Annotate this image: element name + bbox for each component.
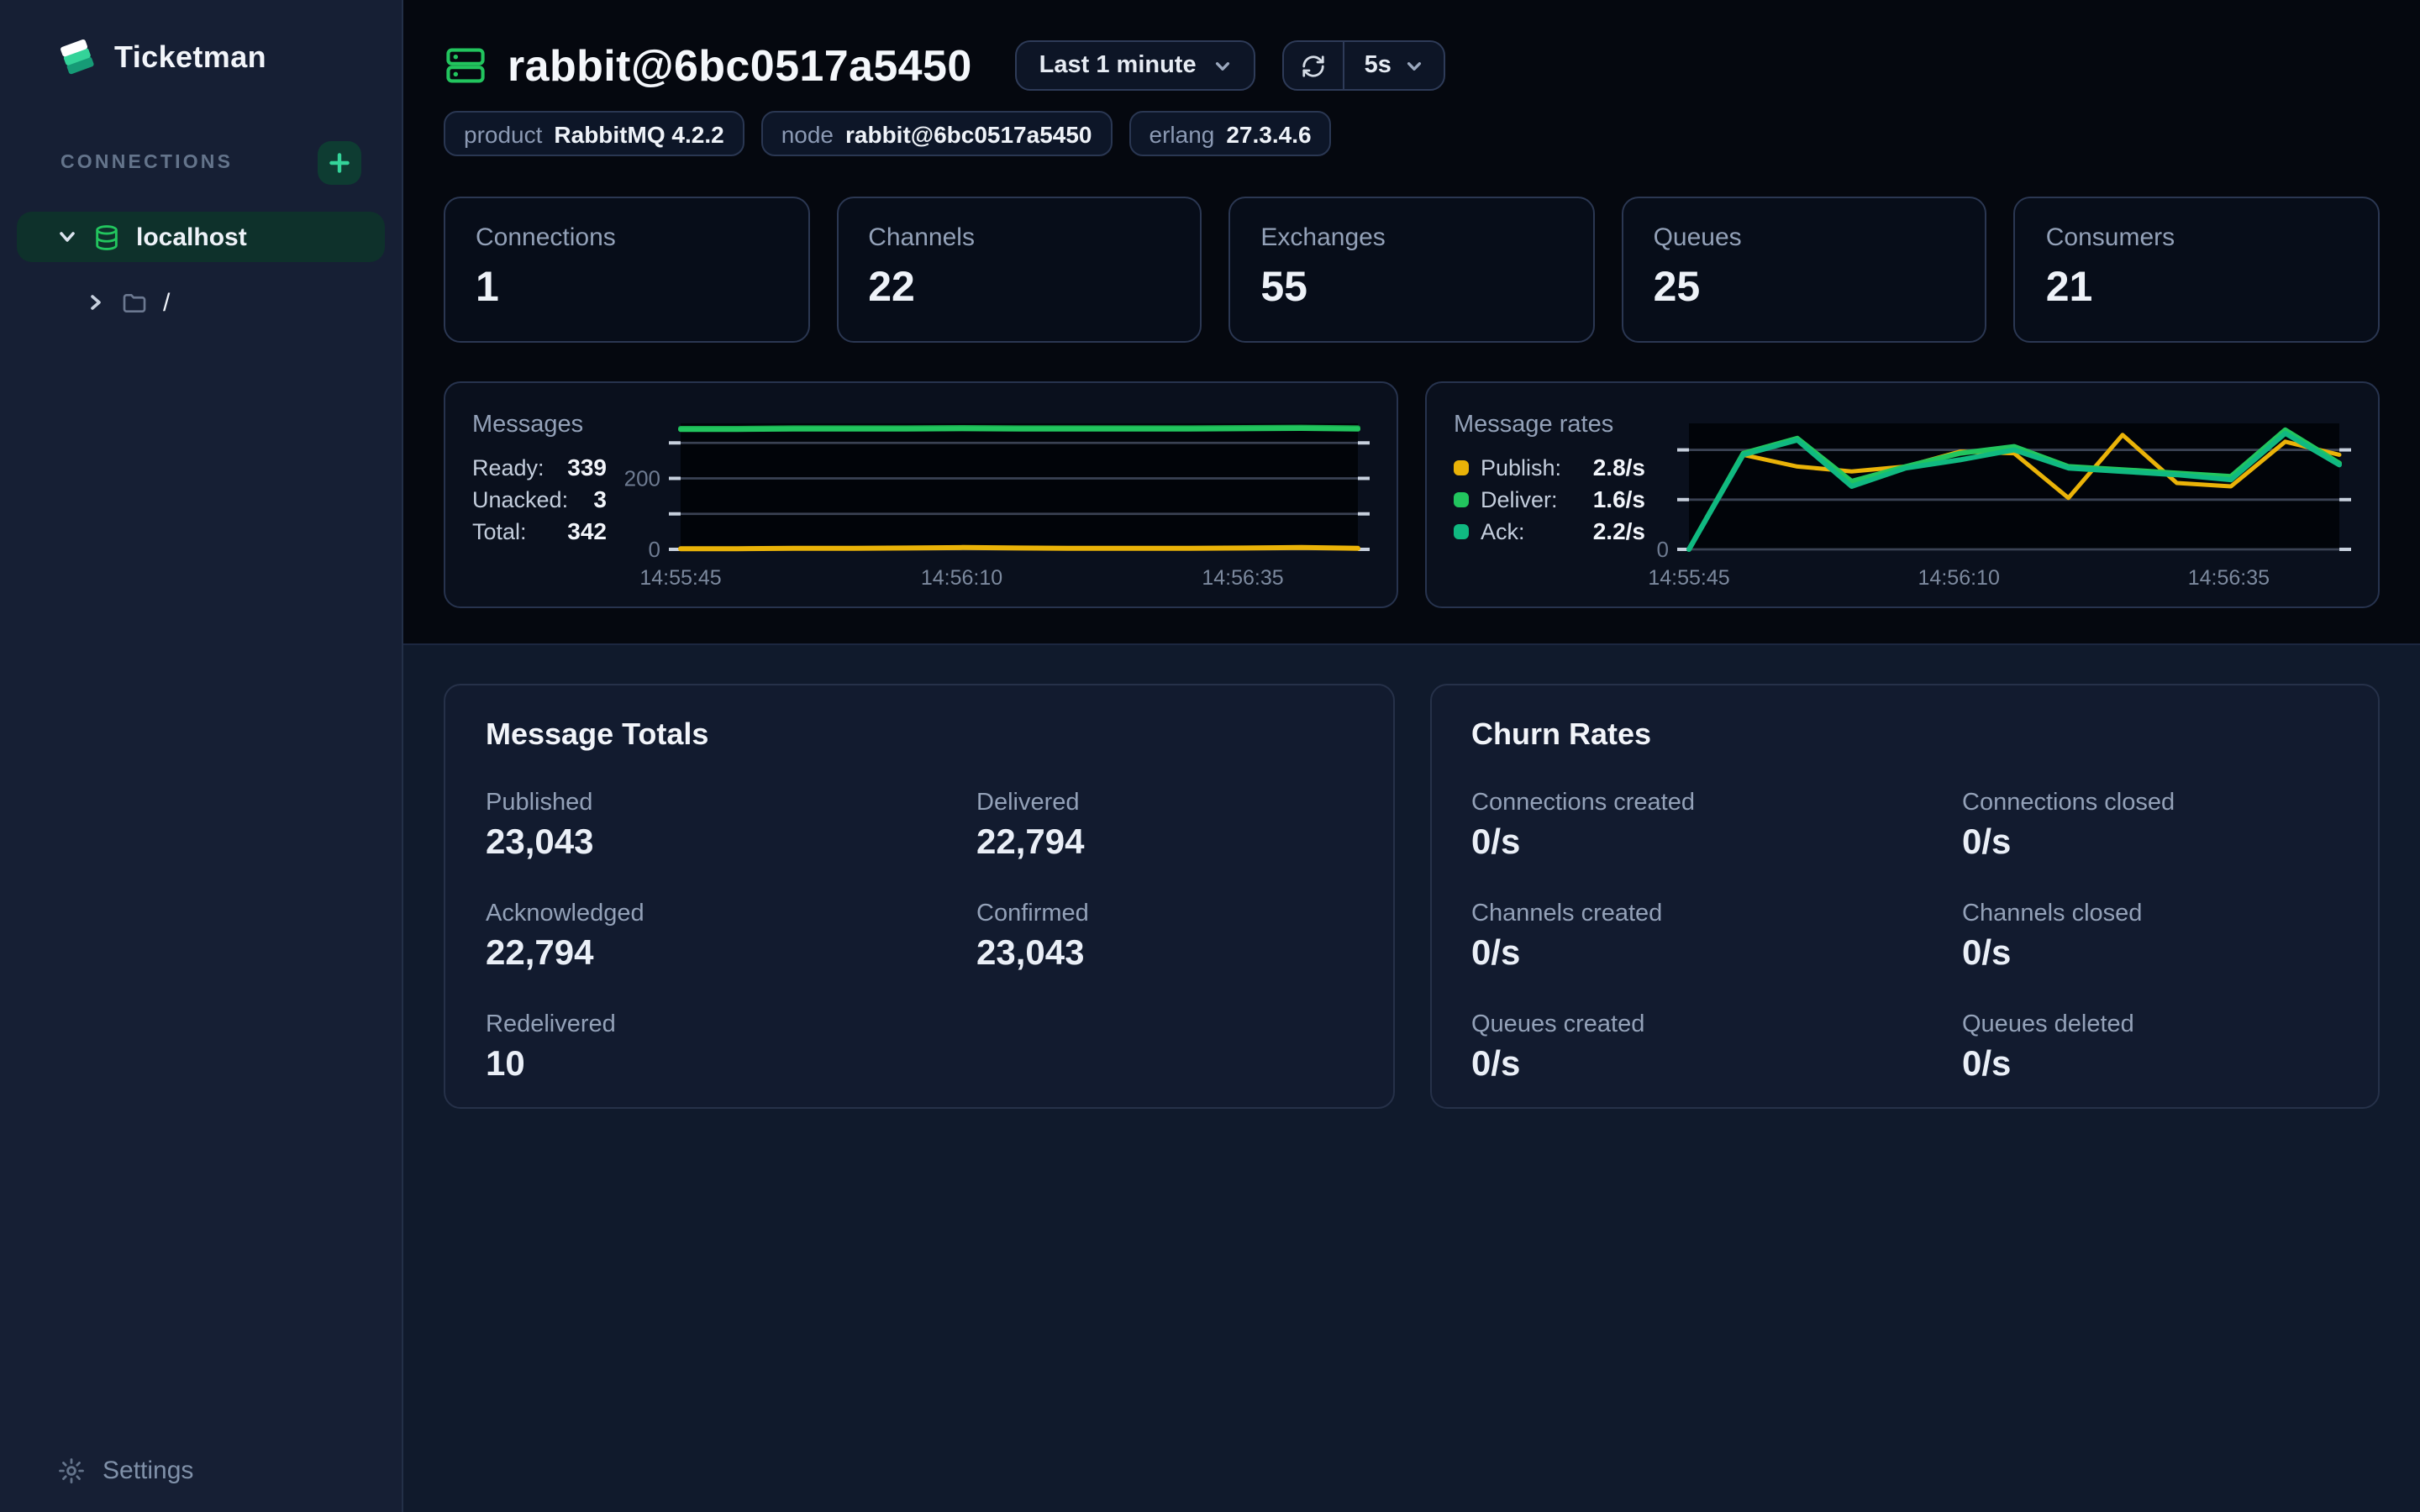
time-range-value: Last 1 minute bbox=[1039, 52, 1197, 79]
legend-total: Total: 342 bbox=[472, 517, 607, 544]
connections-section: CONNECTIONS bbox=[17, 141, 385, 185]
messages-chart: 200 0 14:55:45 14:56:10 14:56:35 bbox=[607, 412, 1370, 593]
connections-section-label: CONNECTIONS bbox=[60, 153, 233, 173]
gear-icon bbox=[57, 1457, 86, 1485]
svg-text:14:56:35: 14:56:35 bbox=[2188, 566, 2270, 590]
metric-published: Published 23,043 bbox=[486, 790, 976, 864]
svg-text:14:56:10: 14:56:10 bbox=[921, 566, 1002, 590]
node-badge: node rabbit@6bc0517a5450 bbox=[761, 111, 1113, 156]
refresh-icon bbox=[1301, 53, 1326, 78]
sidebar-item-localhost[interactable]: localhost bbox=[17, 212, 385, 262]
legend-deliver: Deliver: 1.6/s bbox=[1454, 486, 1645, 512]
message-rates-chart: 0 14:55:45 14:56:10 14:56:35 bbox=[1645, 412, 2351, 593]
metric-acknowledged: Acknowledged 22,794 bbox=[486, 900, 976, 974]
messages-line-chart: 200 0 14:55:45 14:56:10 14:56:35 bbox=[607, 412, 1370, 593]
svg-text:14:55:45: 14:55:45 bbox=[639, 566, 721, 590]
svg-text:14:56:10: 14:56:10 bbox=[1918, 566, 2000, 590]
churn-rates-panel: Churn Rates Connections created 0/s Conn… bbox=[1429, 684, 2380, 1109]
metric-channels-closed: Channels closed 0/s bbox=[1962, 900, 2338, 974]
legend-publish: Publish: 2.8/s bbox=[1454, 454, 1645, 480]
connection-label: localhost bbox=[136, 223, 247, 251]
message-rates-chart-legend: Message rates Publish: 2.8/s Deliver: 1.… bbox=[1454, 412, 1645, 593]
page-title: rabbit@6bc0517a5450 bbox=[508, 39, 972, 92]
charts-row: Messages Ready: 339 Unacked: 3 T bbox=[444, 381, 2380, 608]
app-name: Ticketman bbox=[114, 39, 266, 75]
settings-button[interactable]: Settings bbox=[17, 1457, 385, 1485]
chart-title: Message rates bbox=[1454, 412, 1645, 438]
chevron-down-icon bbox=[1405, 56, 1423, 75]
svg-text:14:55:45: 14:55:45 bbox=[1648, 566, 1729, 590]
add-connection-button[interactable] bbox=[318, 141, 361, 185]
node-header: rabbit@6bc0517a5450 Last 1 minute bbox=[444, 40, 2380, 91]
metric-redelivered: Redelivered 10 bbox=[486, 1011, 976, 1085]
refresh-interval-selector[interactable]: 5s bbox=[1344, 42, 1444, 89]
svg-text:200: 200 bbox=[624, 465, 660, 491]
vhost-label: / bbox=[163, 288, 170, 317]
svg-text:0: 0 bbox=[1657, 537, 1669, 562]
svg-text:14:56:35: 14:56:35 bbox=[1202, 566, 1283, 590]
metric-delivered: Delivered 22,794 bbox=[976, 790, 1352, 864]
stat-card-connections: Connections 1 bbox=[444, 197, 809, 343]
layers-logo-icon bbox=[57, 37, 97, 77]
chart-title: Messages bbox=[472, 412, 607, 438]
chevron-right-icon bbox=[86, 292, 106, 312]
node-badges: product RabbitMQ 4.2.2 node rabbit@6bc05… bbox=[444, 111, 2380, 156]
chevron-down-icon bbox=[57, 227, 77, 247]
metric-connections-closed: Connections closed 0/s bbox=[1962, 790, 2338, 864]
metric-confirmed: Confirmed 23,043 bbox=[976, 900, 1352, 974]
product-badge: product RabbitMQ 4.2.2 bbox=[444, 111, 744, 156]
connections-tree: localhost / bbox=[17, 212, 385, 328]
erlang-badge: erlang 27.3.4.6 bbox=[1129, 111, 1332, 156]
message-totals-panel: Message Totals Published 23,043 Delivere… bbox=[444, 684, 1394, 1109]
totals-section: Message Totals Published 23,043 Delivere… bbox=[403, 645, 2420, 1512]
svg-text:0: 0 bbox=[649, 537, 660, 562]
database-icon bbox=[92, 223, 121, 251]
chevron-down-icon bbox=[1213, 56, 1232, 75]
message-rates-chart-panel: Message rates Publish: 2.8/s Deliver: 1.… bbox=[1425, 381, 2380, 608]
app-window: Ticketman CONNECTIONS l bbox=[0, 0, 2420, 1512]
server-icon bbox=[444, 44, 487, 87]
metric-queues-created: Queues created 0/s bbox=[1471, 1011, 1962, 1085]
legend-ack: Ack: 2.2/s bbox=[1454, 517, 1645, 544]
metric-connections-created: Connections created 0/s bbox=[1471, 790, 1962, 864]
stat-card-consumers: Consumers 21 bbox=[2014, 197, 2380, 343]
refresh-interval-value: 5s bbox=[1365, 52, 1392, 79]
plus-icon bbox=[328, 151, 351, 175]
legend-unacked: Unacked: 3 bbox=[472, 486, 607, 512]
panel-title: Churn Rates bbox=[1471, 717, 2338, 753]
panel-title: Message Totals bbox=[486, 717, 1352, 753]
settings-label: Settings bbox=[103, 1457, 193, 1485]
stat-card-queues: Queues 25 bbox=[1622, 197, 1987, 343]
time-range-selector[interactable]: Last 1 minute bbox=[1016, 40, 1255, 91]
sidebar: Ticketman CONNECTIONS l bbox=[0, 0, 403, 1512]
message-rates-line-chart: 0 14:55:45 14:56:10 14:56:35 bbox=[1645, 412, 2351, 593]
deliver-color-chip bbox=[1454, 491, 1469, 507]
messages-chart-panel: Messages Ready: 339 Unacked: 3 T bbox=[444, 381, 1398, 608]
app-logo: Ticketman bbox=[17, 30, 385, 84]
ack-color-chip bbox=[1454, 523, 1469, 538]
overview-section: rabbit@6bc0517a5450 Last 1 minute bbox=[403, 0, 2420, 645]
refresh-button[interactable] bbox=[1284, 42, 1343, 89]
stat-card-channels: Channels 22 bbox=[836, 197, 1202, 343]
legend-ready: Ready: 339 bbox=[472, 454, 607, 480]
stat-card-exchanges: Exchanges 55 bbox=[1228, 197, 1594, 343]
refresh-controls: 5s bbox=[1282, 40, 1445, 91]
main-content: rabbit@6bc0517a5450 Last 1 minute bbox=[403, 0, 2420, 1512]
metric-queues-deleted: Queues deleted 0/s bbox=[1962, 1011, 2338, 1085]
metric-channels-created: Channels created 0/s bbox=[1471, 900, 1962, 974]
folder-icon bbox=[121, 289, 148, 316]
stat-cards: Connections 1 Channels 22 Exchanges 55 Q… bbox=[444, 197, 2380, 343]
publish-color-chip bbox=[1454, 459, 1469, 475]
sidebar-item-vhost[interactable]: / bbox=[17, 277, 385, 328]
messages-chart-legend: Messages Ready: 339 Unacked: 3 T bbox=[472, 412, 607, 593]
